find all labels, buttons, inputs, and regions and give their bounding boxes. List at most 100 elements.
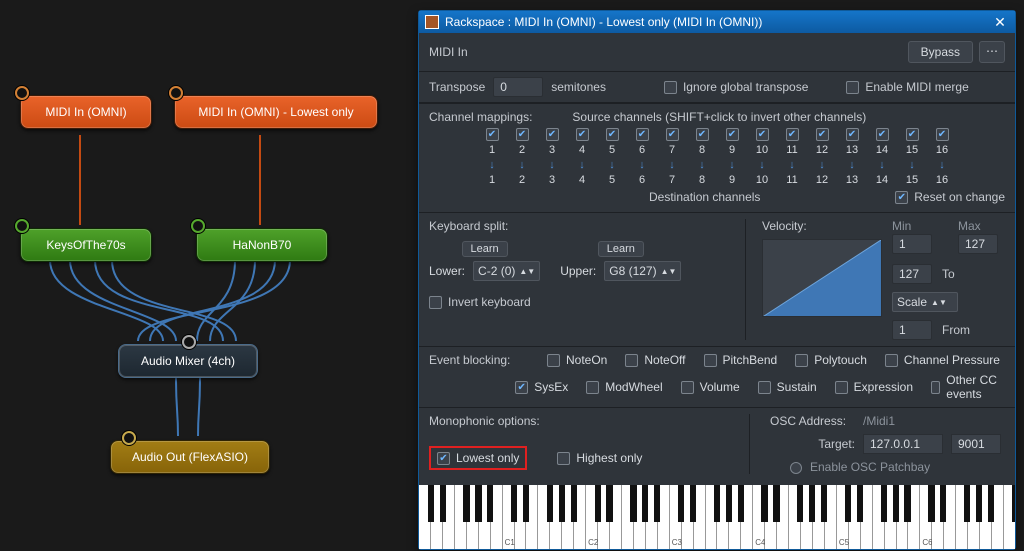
black-key[interactable]	[893, 485, 899, 522]
src-ch-checkbox[interactable]	[936, 128, 949, 141]
ch-num[interactable]: 7	[657, 174, 687, 186]
volume-checkbox[interactable]	[681, 381, 694, 394]
black-key[interactable]	[809, 485, 815, 522]
ch-num[interactable]: 9	[717, 174, 747, 186]
node-hanon[interactable]: HaNonB70	[196, 228, 328, 262]
black-key[interactable]	[547, 485, 553, 522]
port-icon[interactable]	[182, 335, 196, 349]
osc-port-input[interactable]: 9001	[951, 434, 1001, 454]
black-key[interactable]	[642, 485, 648, 522]
port-icon[interactable]	[15, 219, 29, 233]
vel-min-input[interactable]: 1	[892, 234, 932, 254]
src-ch-checkbox[interactable]	[516, 128, 529, 141]
chpressure-checkbox[interactable]	[885, 354, 898, 367]
black-key[interactable]	[714, 485, 720, 522]
black-key[interactable]	[940, 485, 946, 522]
black-key[interactable]	[487, 485, 493, 522]
port-icon[interactable]	[122, 431, 136, 445]
black-key[interactable]	[1012, 485, 1015, 522]
src-ch-checkbox[interactable]	[876, 128, 889, 141]
black-key[interactable]	[523, 485, 529, 522]
black-key[interactable]	[630, 485, 636, 522]
black-key[interactable]	[606, 485, 612, 522]
upper-select[interactable]: G8 (127)▲▼	[604, 261, 681, 281]
black-key[interactable]	[726, 485, 732, 522]
lower-select[interactable]: C-2 (0)▲▼	[473, 261, 540, 281]
midi-merge-checkbox[interactable]	[846, 81, 859, 94]
highest-only-checkbox[interactable]	[557, 452, 570, 465]
black-key[interactable]	[845, 485, 851, 522]
src-ch-checkbox[interactable]	[726, 128, 739, 141]
sustain-checkbox[interactable]	[758, 381, 771, 394]
ch-num[interactable]: 8	[687, 174, 717, 186]
ch-num[interactable]: 11	[777, 174, 807, 186]
reset-on-change-checkbox[interactable]	[895, 191, 908, 204]
sysex-checkbox[interactable]	[515, 381, 528, 394]
node-midi-in-low[interactable]: MIDI In (OMNI) - Lowest only	[174, 95, 378, 129]
piano-keyboard[interactable]: C1C2C3C4C5C6	[419, 485, 1015, 549]
black-key[interactable]	[857, 485, 863, 522]
lowest-only-checkbox[interactable]	[437, 452, 450, 465]
port-icon[interactable]	[191, 219, 205, 233]
black-key[interactable]	[761, 485, 767, 522]
ch-num[interactable]: 2	[507, 174, 537, 186]
src-ch-checkbox[interactable]	[786, 128, 799, 141]
black-key[interactable]	[678, 485, 684, 522]
ch-num[interactable]: 13	[837, 174, 867, 186]
src-ch-checkbox[interactable]	[666, 128, 679, 141]
ch-num[interactable]: 4	[567, 174, 597, 186]
noteoff-checkbox[interactable]	[625, 354, 638, 367]
black-key[interactable]	[988, 485, 994, 522]
port-icon[interactable]	[15, 86, 29, 100]
invert-keyboard-checkbox[interactable]	[429, 296, 442, 309]
black-key[interactable]	[690, 485, 696, 522]
close-icon[interactable]: ✕	[991, 15, 1009, 29]
src-ch-checkbox[interactable]	[696, 128, 709, 141]
node-audio-out[interactable]: Audio Out (FlexASIO)	[110, 440, 270, 474]
src-ch-checkbox[interactable]	[576, 128, 589, 141]
black-key[interactable]	[511, 485, 517, 522]
vel-scale-select[interactable]: Scale▲▼	[892, 292, 958, 312]
black-key[interactable]	[440, 485, 446, 522]
osc-ip-input[interactable]: 127.0.0.1	[863, 434, 943, 454]
expression-checkbox[interactable]	[835, 381, 848, 394]
learn-lower-button[interactable]: Learn	[462, 241, 508, 257]
black-key[interactable]	[595, 485, 601, 522]
black-key[interactable]	[463, 485, 469, 522]
black-key[interactable]	[559, 485, 565, 522]
titlebar[interactable]: Rackspace : MIDI In (OMNI) - Lowest only…	[419, 11, 1015, 33]
src-ch-checkbox[interactable]	[846, 128, 859, 141]
ch-num[interactable]: 6	[627, 174, 657, 186]
vel-max-input[interactable]: 127	[958, 234, 998, 254]
vel-to-input[interactable]: 127	[892, 264, 932, 284]
black-key[interactable]	[928, 485, 934, 522]
bypass-button[interactable]: Bypass	[908, 41, 973, 63]
ch-num[interactable]: 10	[747, 174, 777, 186]
black-key[interactable]	[797, 485, 803, 522]
src-ch-checkbox[interactable]	[636, 128, 649, 141]
black-key[interactable]	[475, 485, 481, 522]
ch-num[interactable]: 1	[477, 174, 507, 186]
black-key[interactable]	[976, 485, 982, 522]
osc-patchbay-radio[interactable]	[790, 462, 802, 474]
black-key[interactable]	[654, 485, 660, 522]
modwheel-checkbox[interactable]	[586, 381, 599, 394]
ch-num[interactable]: 15	[897, 174, 927, 186]
black-key[interactable]	[571, 485, 577, 522]
black-key[interactable]	[904, 485, 910, 522]
black-key[interactable]	[964, 485, 970, 522]
othercc-checkbox[interactable]	[931, 381, 940, 394]
node-mixer[interactable]: Audio Mixer (4ch)	[118, 344, 258, 378]
ch-num[interactable]: 5	[597, 174, 627, 186]
ch-num[interactable]: 16	[927, 174, 957, 186]
black-key[interactable]	[428, 485, 434, 522]
ch-num[interactable]: 12	[807, 174, 837, 186]
ch-num[interactable]: 3	[537, 174, 567, 186]
ch-num[interactable]: 14	[867, 174, 897, 186]
pitchbend-checkbox[interactable]	[704, 354, 717, 367]
learn-upper-button[interactable]: Learn	[598, 241, 644, 257]
black-key[interactable]	[773, 485, 779, 522]
port-icon[interactable]	[169, 86, 183, 100]
node-midi-in[interactable]: MIDI In (OMNI)	[20, 95, 152, 129]
black-key[interactable]	[738, 485, 744, 522]
